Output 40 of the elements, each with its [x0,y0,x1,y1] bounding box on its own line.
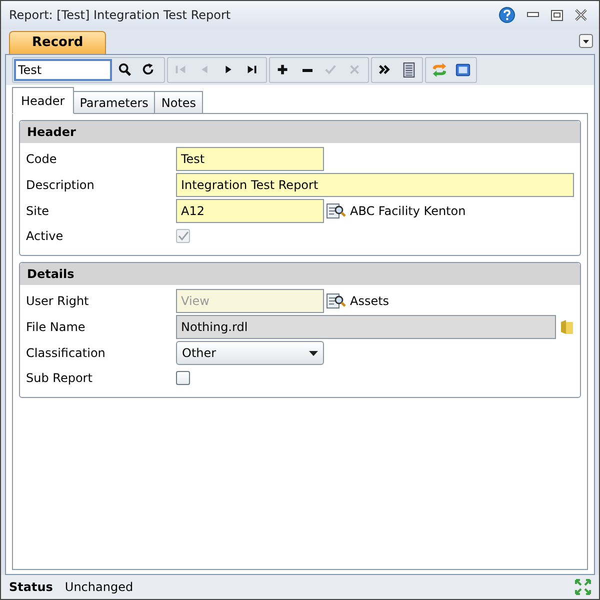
field-label: Site [26,203,50,220]
input-field[interactable]: Test [176,147,324,171]
restore-icon[interactable] [551,10,563,20]
window-title: Report: [Test] Integration Test Report [9,7,231,24]
sync-arrows-icon [431,62,447,78]
field-label: Active [26,228,64,245]
field-label: Classification [26,345,106,362]
help-icon[interactable] [499,7,515,23]
lookup-value: Assets [350,293,390,310]
close-icon[interactable] [575,9,587,21]
tab[interactable]: Notes [154,91,204,114]
lookup-icon[interactable] [326,292,346,310]
lookup-value: ABC Facility Kenton [350,203,466,220]
status-value: Unchanged [64,579,134,596]
status-label: Status [9,579,53,596]
checkbox[interactable] [176,371,190,385]
list-icon [401,62,417,78]
window-panel-icon [455,62,471,78]
ribbon-tab[interactable]: Record [9,31,106,54]
dropdown-icon[interactable] [579,34,593,48]
input-field[interactable]: A12 [176,199,324,223]
search-field[interactable]: Test [14,59,112,81]
search-icon [117,62,133,78]
field-label: User Right [26,293,90,310]
section-header: Header [20,121,580,143]
tab[interactable]: Header [12,87,74,114]
caret-icon [309,350,318,356]
field-label: Description [26,177,96,194]
field-label: Code [26,151,58,168]
resize-icon[interactable] [575,579,591,595]
field-label: File Name [26,319,86,336]
field-label: Sub Report [26,370,94,387]
minimize-icon[interactable] [527,12,539,18]
input-field[interactable]: Nothing.rdl [176,315,556,339]
section-header: Details [20,263,580,285]
dropdown[interactable]: Other [176,341,324,365]
lookup-icon[interactable] [326,202,346,220]
tab[interactable]: Parameters [72,91,156,114]
input-field[interactable]: Integration Test Report [176,173,574,197]
minus-icon [302,68,312,72]
